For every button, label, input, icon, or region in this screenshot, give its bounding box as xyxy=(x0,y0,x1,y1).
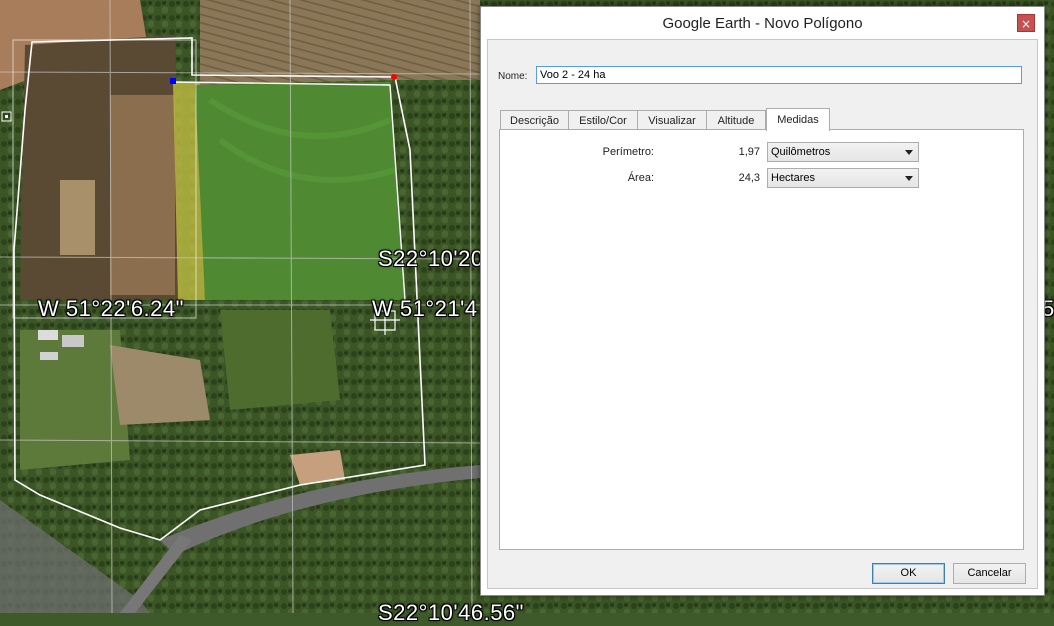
vertex-selected[interactable] xyxy=(170,78,176,84)
name-label: Nome: xyxy=(498,71,528,82)
area-label: Área: xyxy=(627,172,654,184)
dialog-title: Google Earth - Novo Polígono xyxy=(662,15,863,32)
dialog-titlebar[interactable]: Google Earth - Novo Polígono × xyxy=(481,7,1044,39)
perimeter-label: Perímetro: xyxy=(602,146,654,158)
tab-medidas[interactable]: Medidas xyxy=(766,108,830,131)
plowed-field xyxy=(200,0,480,85)
close-icon: × xyxy=(1020,17,1032,31)
tab-estilo-cor[interactable]: Estilo/Cor xyxy=(568,110,638,130)
tab-visualizar[interactable]: Visualizar xyxy=(637,110,707,130)
green-pasture xyxy=(195,82,405,300)
dialog-body: Nome: Descrição Estilo/Cor Visualizar Al… xyxy=(487,39,1038,589)
tab-altitude[interactable]: Altitude xyxy=(706,110,766,130)
longitude-label-middle: W 51°21'4 xyxy=(372,296,478,321)
close-button[interactable]: × xyxy=(1017,14,1035,32)
grass-field xyxy=(220,310,340,410)
latitude-label-bottom: S22°10'46.56" xyxy=(378,600,524,625)
vertex-point[interactable] xyxy=(391,74,397,80)
perimeter-value: 1,97 xyxy=(738,146,760,158)
measures-panel: Perímetro: 1,97 Quilômetros Área: 24,3 H… xyxy=(499,129,1024,550)
name-input[interactable] xyxy=(536,66,1022,84)
chevron-down-icon xyxy=(905,176,913,181)
area-unit-select[interactable]: Hectares xyxy=(767,168,919,188)
tab-descricao[interactable]: Descrição xyxy=(500,110,569,130)
cancel-button[interactable]: Cancelar xyxy=(953,563,1026,584)
perimeter-unit-select[interactable]: Quilômetros xyxy=(767,142,919,162)
ok-button[interactable]: OK xyxy=(872,563,945,584)
tilled-strip xyxy=(110,95,175,295)
area-value: 24,3 xyxy=(738,172,760,184)
latitude-label-middle: S22°10'20 xyxy=(378,246,484,271)
area-unit-value: Hectares xyxy=(771,172,816,184)
chevron-down-icon xyxy=(905,150,913,155)
longitude-label-left: W 51°22'6.24" xyxy=(38,296,184,321)
new-polygon-dialog: Google Earth - Novo Polígono × Nome: Des… xyxy=(480,6,1045,596)
perimeter-unit-value: Quilômetros xyxy=(771,146,831,158)
dry-patch xyxy=(60,180,95,255)
